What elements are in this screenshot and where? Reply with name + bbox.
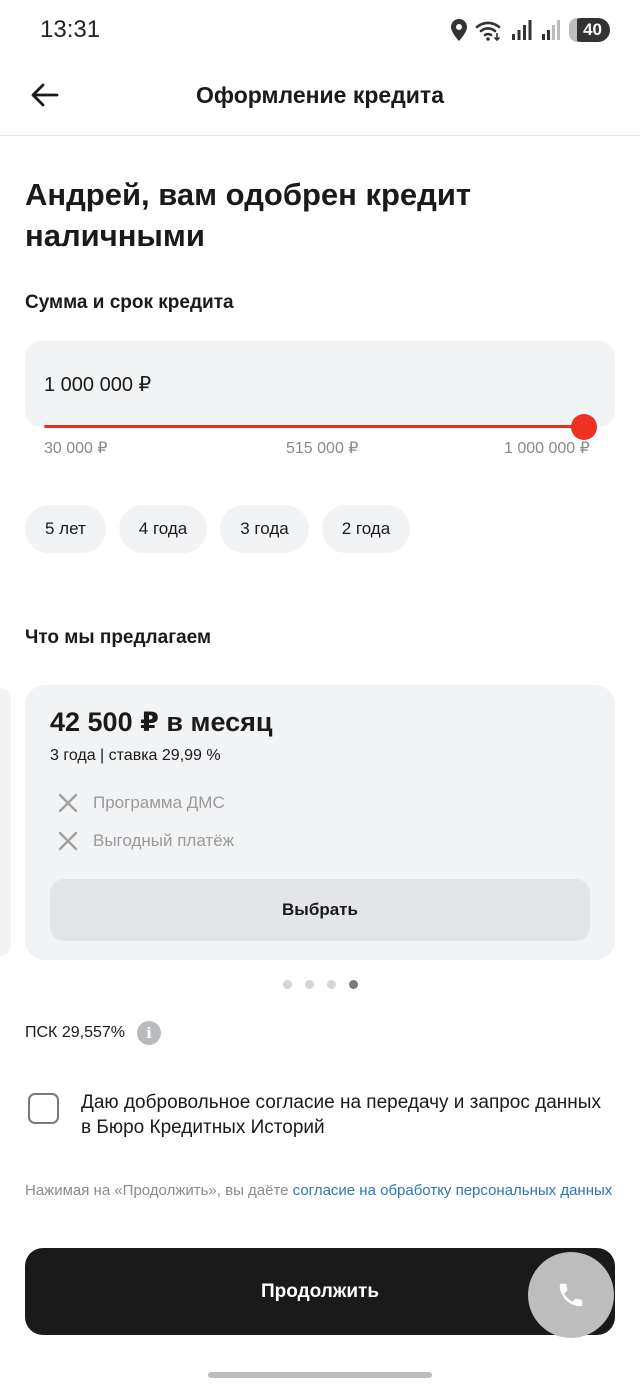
pagination-dot[interactable] xyxy=(305,980,314,989)
signal-icon xyxy=(512,20,532,40)
status-time: 13:31 xyxy=(40,16,101,43)
term-chip-2-years[interactable]: 2 года xyxy=(321,505,411,553)
offer-feature-dms: Программа ДМС xyxy=(57,792,225,814)
slider-mid-label: 515 000 ₽ xyxy=(286,440,359,457)
select-offer-button[interactable]: Выбрать xyxy=(50,879,590,941)
signal-icon-2 xyxy=(542,20,561,40)
offer-card: 42 500 ₽ в месяц 3 года | ставка 29,99 %… xyxy=(25,685,615,960)
legal-notice: Нажимая на «Продолжить», вы даёте соглас… xyxy=(25,1180,615,1202)
call-button[interactable] xyxy=(528,1252,614,1338)
offers-section-label: Что мы предлагаем xyxy=(25,627,212,648)
pagination-dot[interactable] xyxy=(327,980,336,989)
battery-indicator: 40 xyxy=(569,18,610,42)
offer-monthly-payment: 42 500 ₽ в месяц xyxy=(50,707,273,737)
slider-min-label: 30 000 ₽ xyxy=(44,440,108,457)
term-chip-5-years[interactable]: 5 лет xyxy=(25,505,106,553)
pagination-dot-active[interactable] xyxy=(349,980,358,989)
carousel-pagination xyxy=(283,980,358,989)
amount-section-label: Сумма и срок кредита xyxy=(25,292,234,313)
psk-value: ПСК 29,557% xyxy=(25,1024,125,1041)
location-icon xyxy=(451,19,468,41)
continue-button[interactable]: Продолжить xyxy=(25,1248,615,1335)
approval-headline: Андрей, вам одобрен кредит наличными xyxy=(25,177,472,253)
consent-checkbox[interactable] xyxy=(28,1093,59,1124)
wifi-icon xyxy=(475,21,501,41)
offer-terms: 3 года | ставка 29,99 % xyxy=(50,747,221,764)
info-icon[interactable]: i xyxy=(136,1021,161,1045)
close-icon xyxy=(58,793,78,813)
offer-feature-label: Выгодный платёж xyxy=(93,831,235,850)
legal-text: Нажимая на «Продолжить», вы даёте xyxy=(25,1182,289,1199)
term-chips: 5 лет 4 года 3 года 2 года xyxy=(25,505,411,553)
amount-slider-track[interactable] xyxy=(44,425,584,428)
amount-slider-thumb[interactable] xyxy=(571,414,597,440)
term-chip-3-years[interactable]: 3 года xyxy=(220,505,309,553)
home-indicator xyxy=(208,1372,432,1378)
personal-data-consent-link[interactable]: согласие на обработку персональных данны… xyxy=(293,1182,613,1199)
pagination-dot[interactable] xyxy=(283,980,292,989)
consent-label: Даю добровольное согласие на передачу и … xyxy=(81,1092,601,1138)
top-app-bar: Оформление кредита xyxy=(0,60,640,136)
status-icons: 40 xyxy=(451,16,610,44)
psk-row: ПСК 29,557% i xyxy=(25,1021,161,1045)
phone-icon xyxy=(559,1283,583,1307)
term-chip-4-years[interactable]: 4 года xyxy=(118,505,208,553)
offer-feature-payment: Выгодный платёж xyxy=(57,830,234,852)
previous-offer-card[interactable] xyxy=(0,688,11,956)
amount-value: 1 000 000 ₽ xyxy=(44,374,152,396)
page-title: Оформление кредита xyxy=(196,82,444,108)
close-icon xyxy=(58,831,78,851)
offer-feature-label: Программа ДМС xyxy=(93,793,225,812)
slider-max-label: 1 000 000 ₽ xyxy=(504,440,590,457)
status-bar: 13:31 40 xyxy=(0,0,640,60)
amount-field[interactable]: 1 000 000 ₽ xyxy=(25,341,615,427)
